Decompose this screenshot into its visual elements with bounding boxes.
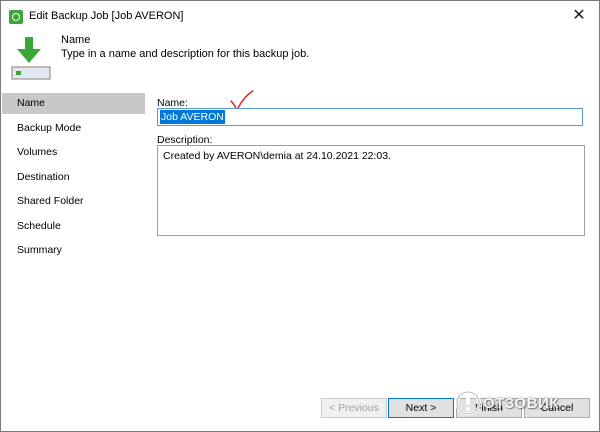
sidebar-item-schedule[interactable]: Schedule	[2, 216, 145, 237]
download-arrow-drive-icon	[11, 37, 51, 80]
wizard-content: Name: Job AVERON Description: Created by…	[146, 90, 598, 393]
title-bar[interactable]: Edit Backup Job [Job AVERON] ✕	[1, 1, 599, 31]
veeam-app-icon	[9, 10, 23, 24]
sidebar-item-backup-mode[interactable]: Backup Mode	[2, 118, 145, 139]
sidebar-item-label: Destination	[17, 170, 70, 183]
wizard-footer: < Previous Next > Finish Cancel	[1, 393, 599, 431]
sidebar-item-label: Backup Mode	[17, 121, 82, 134]
wizard-steps-sidebar: Name Backup Mode Volumes Destination Sha…	[2, 93, 145, 393]
sidebar-item-destination[interactable]: Destination	[2, 167, 145, 188]
sidebar-item-summary[interactable]: Summary	[2, 240, 145, 261]
window-title: Edit Backup Job [Job AVERON]	[29, 10, 184, 22]
sidebar-item-label: Summary	[17, 244, 62, 256]
close-icon: ✕	[572, 7, 586, 24]
backup-job-dialog: Edit Backup Job [Job AVERON] ✕ Name Type…	[0, 0, 600, 432]
next-button[interactable]: Next >	[388, 398, 454, 418]
job-description-textarea[interactable]: Created by AVERON\demia at 24.10.2021 22…	[157, 145, 585, 236]
sidebar-item-label: Name	[17, 97, 46, 109]
sidebar-item-label: Shared Folder	[17, 195, 84, 207]
cancel-button[interactable]: Cancel	[524, 398, 590, 418]
page-subtitle: Type in a name and description for this …	[61, 48, 310, 60]
previous-button[interactable]: < Previous	[321, 398, 387, 418]
job-description-text: Created by AVERON\demia at 24.10.2021 22…	[163, 150, 392, 162]
close-button[interactable]: ✕	[567, 5, 591, 27]
sidebar-item-label: Volumes	[17, 146, 58, 158]
page-title: Name	[61, 34, 91, 46]
finish-button[interactable]: Finish	[456, 398, 522, 418]
job-name-selected-text: Job AVERON	[160, 110, 225, 124]
job-name-input[interactable]: Job AVERON	[157, 108, 583, 126]
sidebar-item-shared-folder[interactable]: Shared Folder	[2, 191, 145, 212]
wizard-header: Name Type in a name and description for …	[1, 31, 599, 87]
sidebar-item-name[interactable]: Name	[2, 93, 145, 114]
sidebar-item-volumes[interactable]: Volumes	[2, 142, 145, 163]
sidebar-item-label: Schedule	[17, 219, 61, 232]
